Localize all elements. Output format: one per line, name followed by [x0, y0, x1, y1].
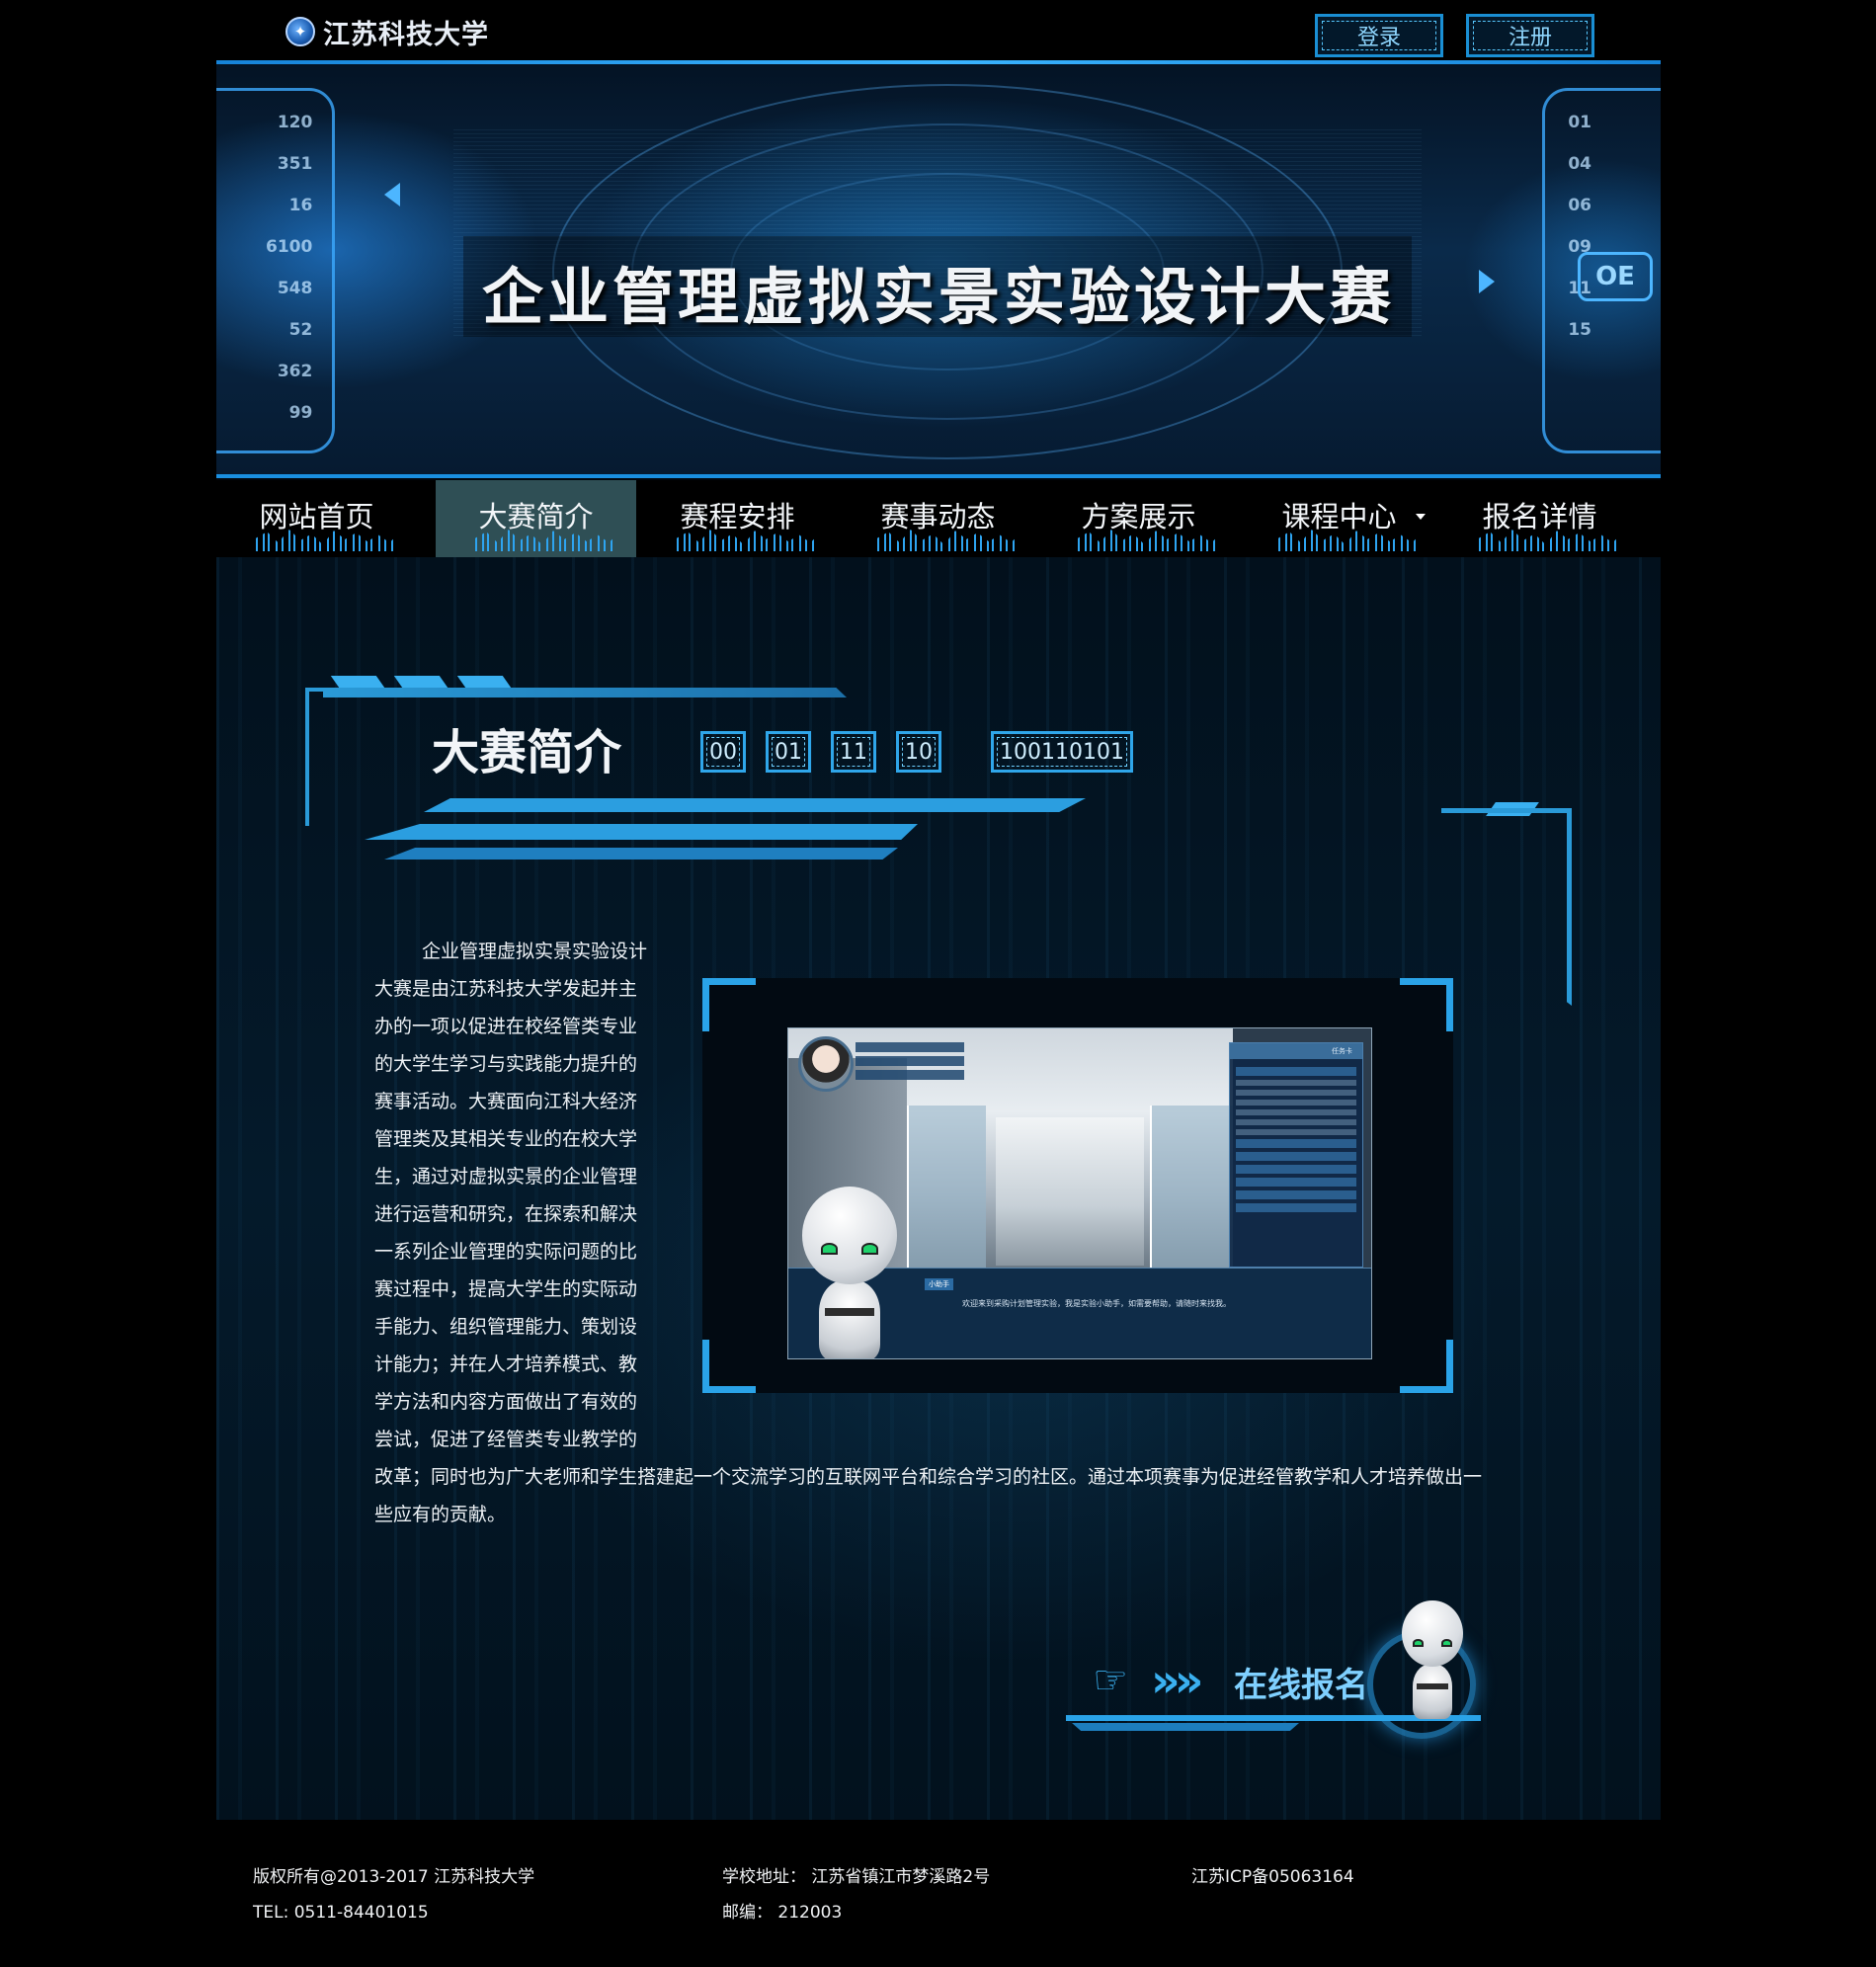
- intro-line: 一系列企业管理的实际问题的比: [374, 1241, 638, 1263]
- postcode-text: 邮编： 212003: [722, 1903, 843, 1923]
- intro-line: 生，通过对虚拟实景的企业管理: [374, 1166, 638, 1188]
- intro-text: 企业管理虚拟实景实验设计 大赛是由江苏科技大学发起并主 办的一项以促进在校经管类…: [374, 933, 1510, 1533]
- tel-text: TEL: 0511-84401015: [253, 1903, 429, 1923]
- intro-line: 赛事活动。大赛面向江科大经济: [374, 1091, 638, 1112]
- section-top-bar: [323, 688, 847, 697]
- code-box: 01: [766, 731, 811, 773]
- intro-line: 计能力；并在人才培养模式、教: [374, 1353, 638, 1375]
- section-circuit-decoration: [365, 798, 1086, 877]
- banner-title: 企业管理虚拟实景实验设计大赛: [481, 261, 1395, 333]
- nav-item-schedule[interactable]: 赛程安排: [637, 480, 838, 557]
- intro-line: 些应有的贡献。: [374, 1504, 507, 1525]
- copyright-text: 版权所有@2013-2017 江苏科技大学: [253, 1867, 535, 1887]
- signup-underline: [1072, 1723, 1299, 1731]
- banner-divider: [216, 474, 1661, 478]
- circuit-bar: [365, 824, 918, 840]
- intro-line: 的大学生学习与实践能力提升的: [374, 1053, 638, 1075]
- nav-item-home[interactable]: 网站首页: [216, 480, 417, 557]
- robot-body: [1413, 1664, 1452, 1719]
- robot-head: [1402, 1600, 1463, 1668]
- circuit-bar: [424, 798, 1086, 812]
- nav-item-courses[interactable]: 课程中心: [1239, 480, 1439, 557]
- online-signup-button[interactable]: ☞ »» 在线报名: [1066, 1600, 1520, 1749]
- address-text: 学校地址： 江苏省镇江市梦溪路2号: [722, 1867, 991, 1887]
- intro-line: 管理类及其相关专业的在校大学: [374, 1128, 638, 1150]
- banner-number: 351: [277, 154, 313, 174]
- binary-codes: 00 01 11 10 100110101: [700, 731, 1133, 773]
- banner-number: 01: [1568, 113, 1591, 132]
- robot-mascot-icon: [1402, 1600, 1463, 1719]
- section-frame-decoration: [305, 688, 323, 826]
- footer-col-address: 学校地址： 江苏省镇江市梦溪路2号 邮编： 212003: [722, 1859, 990, 1930]
- code-box: 10: [896, 731, 941, 773]
- intro-line: 赛过程中，提高大学生的实际动: [374, 1278, 638, 1300]
- banner-number: 16: [288, 196, 313, 215]
- intro-line: 尝试，促进了经管类专业教学的: [374, 1429, 638, 1450]
- robot-belt: [1417, 1683, 1448, 1689]
- intro-line: 手能力、组织管理能力、策划设: [374, 1316, 638, 1338]
- nav-label: 报名详情: [1482, 500, 1597, 533]
- nav-label: 方案展示: [1081, 500, 1196, 533]
- banner-number: 99: [288, 403, 313, 423]
- login-button[interactable]: 登录: [1315, 14, 1443, 57]
- section-title: 大赛简介: [432, 725, 622, 780]
- tab-decoration: [393, 676, 449, 688]
- section-tabs-decoration: [330, 676, 512, 688]
- banner-number: 120: [277, 113, 313, 132]
- university-emblem-icon: ✦: [285, 17, 315, 46]
- tab-decoration: [456, 676, 512, 688]
- intro-line: 大赛是由江苏科技大学发起并主: [374, 978, 638, 1000]
- icp-text[interactable]: 江苏ICP备05063164: [1191, 1859, 1354, 1895]
- robot-eye: [1413, 1638, 1425, 1648]
- register-button[interactable]: 注册: [1466, 14, 1594, 57]
- logo-text: 江苏科技大学: [323, 19, 489, 50]
- circuit-bar: [384, 848, 898, 860]
- nav-label: 赛事动态: [880, 500, 996, 533]
- nav-label: 赛程安排: [680, 500, 795, 533]
- hero-banner: 120 351 16 6100 548 52 362 99 01 04 06 0…: [216, 64, 1661, 477]
- nav-item-news[interactable]: 赛事动态: [838, 480, 1038, 557]
- nav-label: 大赛简介: [478, 500, 594, 533]
- nav-item-showcase[interactable]: 方案展示: [1038, 480, 1239, 557]
- footer: 版权所有@2013-2017 江苏科技大学 TEL: 0511-84401015…: [0, 1820, 1876, 1967]
- top-bar: ✦ 江苏科技大学 登录 注册: [216, 0, 1661, 61]
- intro-line: 改革；同时也为广大老师和学生搭建起一个交流学习的互联网平台和综合学习的社区。通过…: [374, 1466, 1483, 1488]
- caret-down-icon: [1416, 514, 1426, 520]
- intro-line: 企业管理虚拟实景实验设计: [422, 941, 648, 962]
- tab-decoration: [330, 676, 385, 688]
- code-box: 00: [700, 731, 746, 773]
- intro-line: 学方法和内容方面做出了有效的: [374, 1391, 638, 1413]
- code-box: 100110101: [991, 731, 1133, 773]
- nav-label: 网站首页: [259, 500, 374, 533]
- page-container: ✦ 江苏科技大学 登录 注册 120 351 16 6100 548 52 36…: [216, 0, 1661, 1820]
- banner-number: 04: [1568, 154, 1591, 174]
- nav-label: 课程中心: [1281, 500, 1397, 533]
- nav-item-registration[interactable]: 报名详情: [1439, 480, 1640, 557]
- banner-number: 06: [1568, 196, 1591, 215]
- main-nav: 网站首页 大赛简介 赛程安排 赛事动态 方案展示 课程中心 报名详情: [216, 480, 1661, 557]
- site-logo[interactable]: ✦ 江苏科技大学: [285, 12, 489, 51]
- signup-label: 在线报名: [1234, 1666, 1368, 1705]
- footer-col-copyright: 版权所有@2013-2017 江苏科技大学 TEL: 0511-84401015: [253, 1859, 534, 1930]
- intro-line: 办的一项以促进在校经管类专业: [374, 1016, 638, 1037]
- triangle-left-icon: [384, 183, 400, 206]
- intro-line: 进行运营和研究，在探索和解决: [374, 1203, 638, 1225]
- footer-col-icp: 江苏ICP备05063164: [1191, 1859, 1354, 1895]
- code-box: 11: [831, 731, 876, 773]
- banner-number: 362: [277, 362, 313, 381]
- nav-item-intro[interactable]: 大赛简介: [436, 480, 636, 557]
- pointing-hand-icon: ☞: [1093, 1658, 1128, 1703]
- double-chevron-right-icon: »»: [1151, 1654, 1203, 1707]
- robot-eye: [1440, 1638, 1452, 1648]
